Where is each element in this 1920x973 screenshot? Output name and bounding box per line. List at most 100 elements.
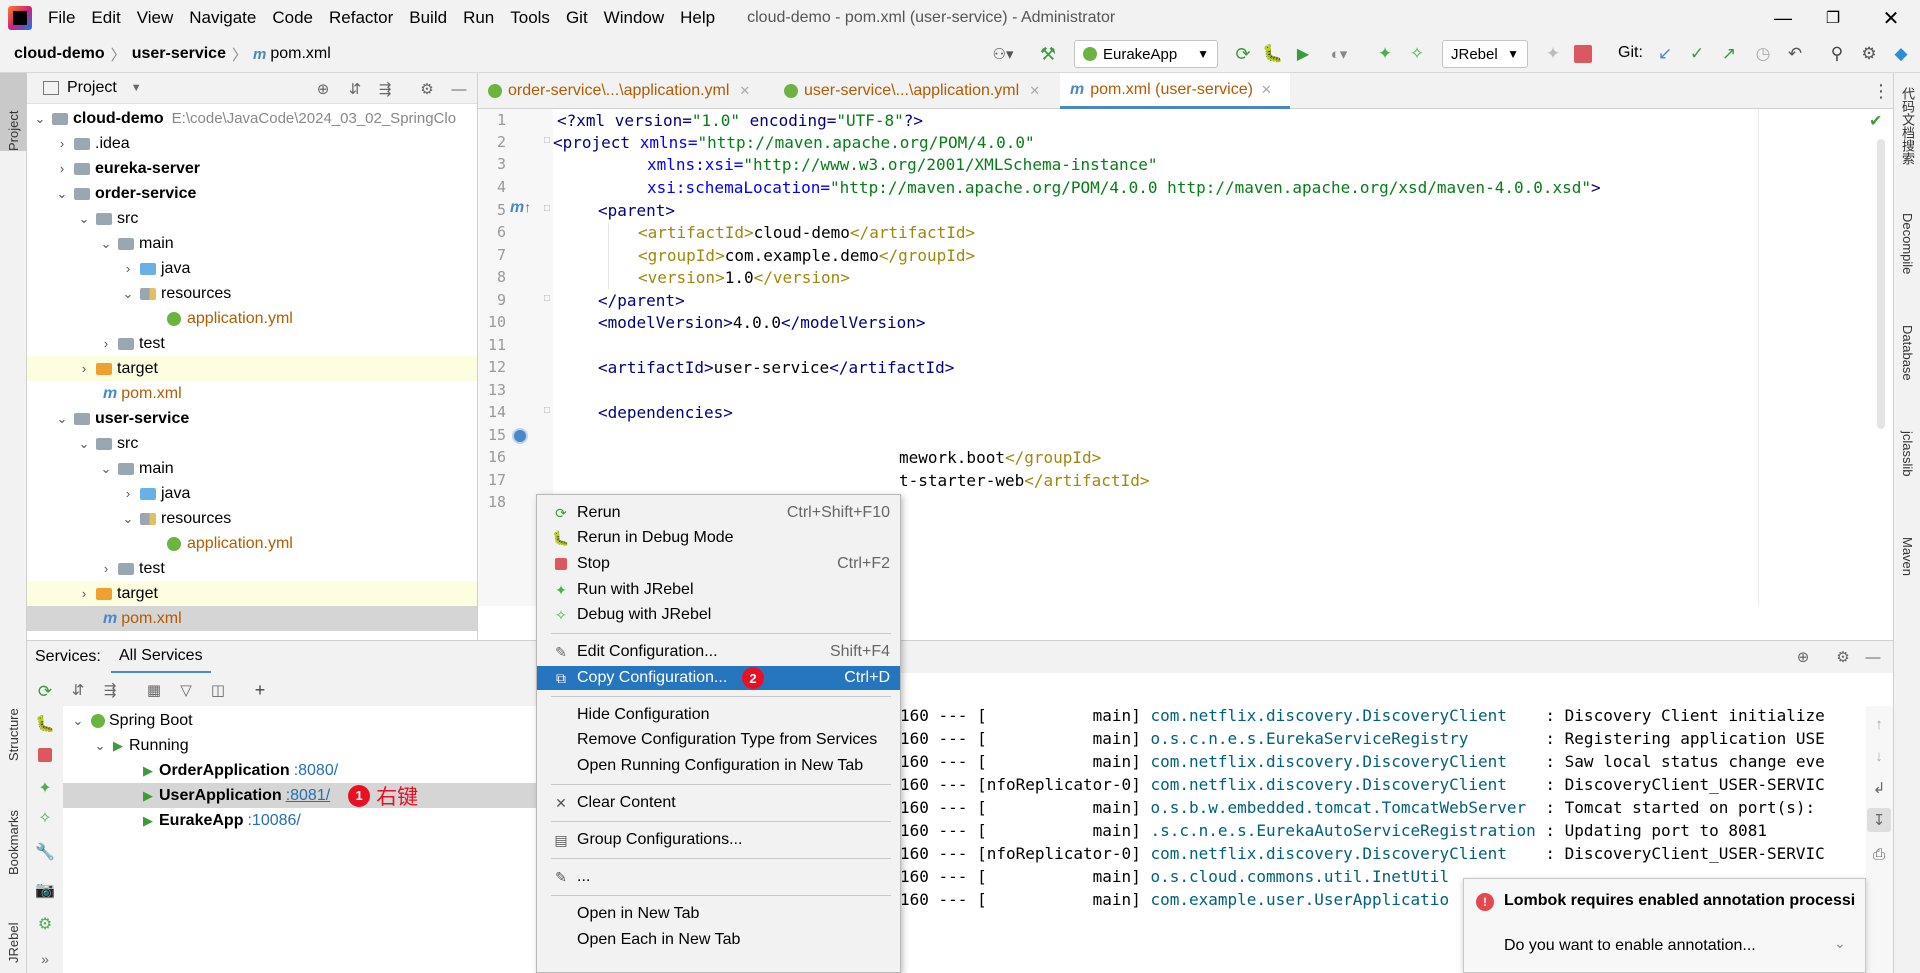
close-tab-icon[interactable]: ✕ <box>1261 82 1272 98</box>
service-item-order-application[interactable]: ▶ OrderApplication :8080/ <box>63 758 537 783</box>
menu-tools[interactable]: Tools <box>502 8 558 28</box>
service-port-link[interactable]: :10086/ <box>247 812 300 830</box>
debug-bug-icon[interactable]: 🐛 <box>34 713 56 735</box>
breadcrumb-root[interactable]: cloud-demo <box>14 45 105 63</box>
maven-parent-gutter-icon[interactable]: m↑ <box>510 199 531 217</box>
menu-item-ellipsis[interactable]: ✎ ... <box>537 865 900 889</box>
git-update-icon[interactable]: ↙ <box>1654 43 1676 65</box>
tree-node-test[interactable]: › test <box>27 331 477 356</box>
rerun-icon[interactable]: ⟳ <box>34 681 56 703</box>
expand-all-icon[interactable]: ⇵ <box>67 679 89 701</box>
project-panel-title[interactable]: Project <box>67 79 117 97</box>
git-rollback-icon[interactable]: ↶ <box>1784 43 1806 65</box>
jrebel-gear-icon[interactable]: ⚙ <box>34 913 56 935</box>
menu-window[interactable]: Window <box>596 8 672 28</box>
decompile-tool-button[interactable]: Decompile <box>1894 213 1920 303</box>
chevron-down-icon[interactable]: ⌄ <box>33 111 47 127</box>
git-push-icon[interactable]: ↗ <box>1718 43 1740 65</box>
menu-file[interactable]: File <box>40 8 83 28</box>
jrebel-run-icon[interactable]: ✦ <box>1374 43 1396 65</box>
search-icon[interactable]: ⚲ <box>1826 43 1848 65</box>
hide-panel-icon[interactable]: — <box>1863 647 1883 667</box>
close-tab-icon[interactable]: ✕ <box>1029 83 1040 99</box>
tab-user-service-application-yml[interactable]: user-service\...\application.yml ✕ <box>774 73 1054 109</box>
menu-view[interactable]: View <box>129 8 182 28</box>
add-service-icon[interactable]: + <box>249 679 271 701</box>
tree-node-target[interactable]: › target <box>27 356 477 381</box>
chevron-down-icon[interactable]: ⌄ <box>99 236 113 252</box>
chevron-down-icon[interactable]: ⌄ <box>121 286 135 302</box>
jrebel-run-icon[interactable]: ✦ <box>34 777 56 799</box>
build-hammer-icon[interactable]: ⚒ <box>1036 42 1060 66</box>
chevron-right-icon[interactable]: › <box>77 361 91 376</box>
tree-node-pom-xml[interactable]: m pom.xml <box>27 606 477 631</box>
service-item-user-application[interactable]: ▶ UserApplication :8081/ 1 右键 <box>63 783 537 809</box>
menu-item-hide-configuration[interactable]: Hide Configuration <box>537 703 900 727</box>
tree-node-cloud-demo[interactable]: ⌄ cloud-demo E:\code\JavaCode\2024_03_02… <box>27 106 477 131</box>
locate-icon[interactable]: ⊕ <box>313 79 333 99</box>
tree-node-src[interactable]: ⌄ src <box>27 431 477 456</box>
chevron-down-icon[interactable]: ⌄ <box>71 713 85 729</box>
maximize-icon[interactable]: ❐ <box>1810 0 1856 36</box>
tree-node-pom-xml[interactable]: m pom.xml <box>27 381 477 406</box>
menu-git[interactable]: Git <box>558 8 596 28</box>
tree-node-application-yml[interactable]: application.yml <box>27 531 477 556</box>
menu-item-open-each-in-new-tab[interactable]: Open Each in New Tab <box>537 928 900 952</box>
menu-navigate[interactable]: Navigate <box>181 8 264 28</box>
camera-icon[interactable]: 📷 <box>34 879 56 901</box>
user-icon[interactable]: ⚇▾ <box>988 44 1018 64</box>
chevron-down-icon[interactable]: ⌄ <box>77 436 91 452</box>
tab-pom-xml-user-service[interactable]: m pom.xml (user-service) ✕ <box>1060 73 1290 109</box>
hide-panel-icon[interactable]: — <box>449 79 469 99</box>
tree-node-java[interactable]: › java <box>27 256 477 281</box>
tree-node-order-service[interactable]: ⌄ order-service <box>27 181 477 206</box>
jrebel-disabled-icon[interactable]: ✦ <box>1542 43 1564 65</box>
menu-refactor[interactable]: Refactor <box>321 8 401 28</box>
group-by-icon[interactable]: ▦ <box>143 679 165 701</box>
editor-scrollbar[interactable] <box>1877 139 1885 429</box>
chevron-down-icon[interactable]: ⌄ <box>99 461 113 477</box>
expand-all-icon[interactable]: ⇵ <box>345 79 365 99</box>
tree-node-main[interactable]: ⌄ main <box>27 231 477 256</box>
structure-tool-button[interactable]: Structure <box>0 681 27 761</box>
menu-help[interactable]: Help <box>672 8 723 28</box>
menu-item-open-running-configuration[interactable]: Open Running Configuration in New Tab <box>537 754 900 778</box>
run-gutter-icon[interactable] <box>512 428 528 444</box>
notification-body[interactable]: Do you want to enable annotation... <box>1504 937 1756 955</box>
code-doc-search-tool-button[interactable]: 代码文档搜索 <box>1894 87 1920 197</box>
service-port-link[interactable]: :8080/ <box>294 762 338 780</box>
chevron-right-icon[interactable]: › <box>55 136 69 151</box>
chevron-down-icon[interactable]: ⌄ <box>1834 935 1846 952</box>
more-tabs-icon[interactable]: ⋮ <box>1872 81 1890 101</box>
service-port-link[interactable]: :8081/ <box>286 787 330 805</box>
profile-icon[interactable]: ◐▾ <box>1322 43 1356 65</box>
scroll-up-icon[interactable]: ↑ <box>1869 714 1889 734</box>
tree-node-main[interactable]: ⌄ main <box>27 456 477 481</box>
wrench-icon[interactable]: 🔧 <box>34 841 56 863</box>
bookmarks-tool-button[interactable]: Bookmarks <box>0 785 27 875</box>
run-config-select[interactable]: EurakeApp ▼ <box>1074 40 1218 68</box>
chevron-down-icon[interactable]: ⌄ <box>93 738 107 754</box>
tree-node-application-yml[interactable]: application.yml <box>27 306 477 331</box>
git-history-icon[interactable]: ◷ <box>1752 43 1774 65</box>
chevron-right-icon[interactable]: › <box>55 161 69 176</box>
menu-item-stop[interactable]: Stop Ctrl+F2 <box>537 552 900 576</box>
menu-item-rerun[interactable]: ⟳ Rerun Ctrl+Shift+F10 <box>537 501 900 525</box>
tree-node-user-service[interactable]: ⌄ user-service <box>27 406 477 431</box>
jclasslib-tool-button[interactable]: jclasslib <box>1894 431 1920 521</box>
collapse-all-icon[interactable]: ⇶ <box>375 79 395 99</box>
service-group-running[interactable]: ⌄ ▶ Running <box>63 733 537 758</box>
stop-icon[interactable] <box>38 748 52 762</box>
menu-item-open-in-new-tab[interactable]: Open in New Tab <box>537 902 900 926</box>
menu-item-group-configurations[interactable]: ▤ Group Configurations... <box>537 828 900 852</box>
tab-order-service-application-yml[interactable]: order-service\...\application.yml ✕ <box>478 73 768 109</box>
git-commit-icon[interactable]: ✓ <box>1686 43 1708 65</box>
tree-node-test[interactable]: › test <box>27 556 477 581</box>
menu-build[interactable]: Build <box>401 8 455 28</box>
service-item-eurake-app[interactable]: ▶ EurakeApp :10086/ <box>63 808 537 833</box>
chevron-right-icon[interactable]: › <box>121 261 135 276</box>
chevron-down-icon[interactable]: ▼ <box>131 82 142 94</box>
close-tab-icon[interactable]: ✕ <box>739 83 750 99</box>
stop-icon[interactable] <box>1574 45 1592 63</box>
close-window-icon[interactable]: ✕ <box>1868 0 1914 36</box>
